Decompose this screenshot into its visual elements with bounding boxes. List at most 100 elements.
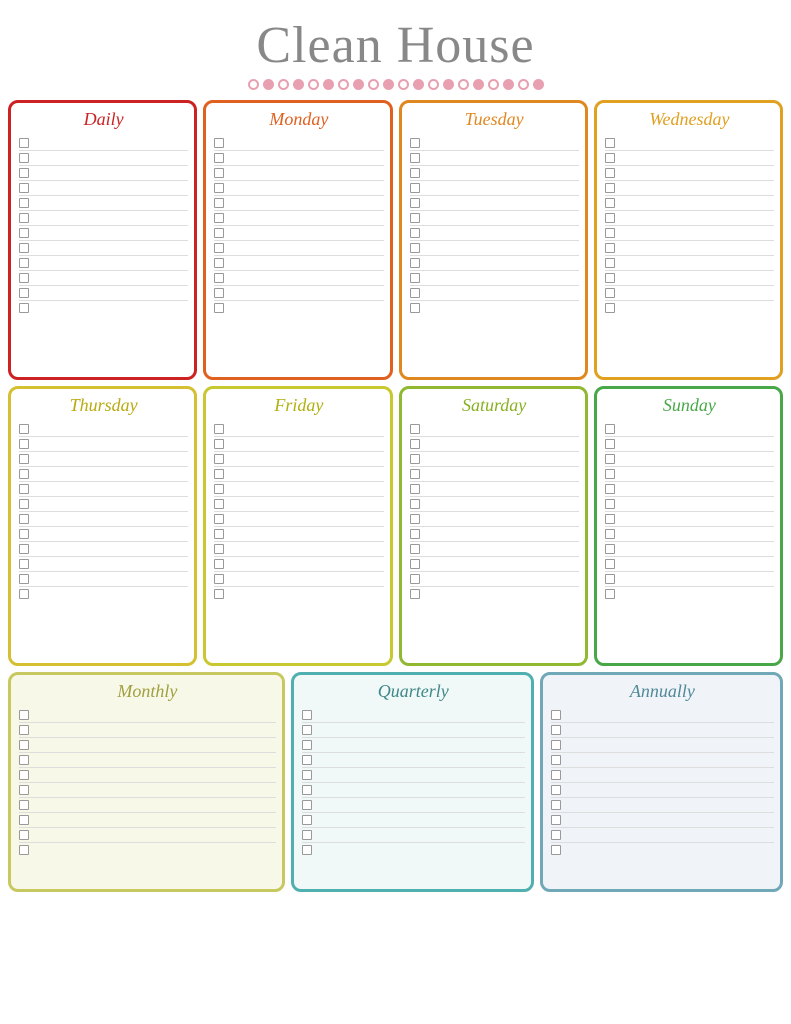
check-item[interactable] [605, 542, 774, 557]
check-item[interactable] [551, 768, 774, 783]
check-item[interactable] [214, 271, 383, 286]
check-item[interactable] [214, 482, 383, 497]
check-item[interactable] [19, 738, 276, 753]
check-item[interactable] [551, 828, 774, 843]
checkbox[interactable] [214, 198, 224, 208]
check-item[interactable] [19, 226, 188, 241]
check-item[interactable] [19, 181, 188, 196]
check-item[interactable] [302, 768, 525, 783]
checkbox[interactable] [19, 740, 29, 750]
check-item[interactable] [19, 241, 188, 256]
check-item[interactable] [551, 783, 774, 798]
checkbox[interactable] [551, 830, 561, 840]
check-item[interactable] [19, 587, 188, 601]
check-item[interactable] [19, 497, 188, 512]
check-item[interactable] [19, 151, 188, 166]
checkbox[interactable] [551, 770, 561, 780]
checkbox[interactable] [19, 725, 29, 735]
checkbox[interactable] [214, 514, 224, 524]
checkbox[interactable] [19, 303, 29, 313]
checkbox[interactable] [605, 574, 615, 584]
checkbox[interactable] [410, 424, 420, 434]
check-item[interactable] [605, 497, 774, 512]
check-item[interactable] [410, 166, 579, 181]
check-item[interactable] [214, 181, 383, 196]
check-item[interactable] [214, 301, 383, 315]
check-item[interactable] [19, 301, 188, 315]
check-item[interactable] [19, 708, 276, 723]
checkbox[interactable] [551, 755, 561, 765]
check-item[interactable] [302, 798, 525, 813]
check-item[interactable] [605, 196, 774, 211]
checkbox[interactable] [214, 574, 224, 584]
check-item[interactable] [19, 783, 276, 798]
checkbox[interactable] [19, 785, 29, 795]
check-item[interactable] [19, 136, 188, 151]
check-item[interactable] [551, 708, 774, 723]
check-item[interactable] [214, 256, 383, 271]
checkbox[interactable] [410, 198, 420, 208]
checkbox[interactable] [551, 815, 561, 825]
checkbox[interactable] [214, 303, 224, 313]
checkbox[interactable] [214, 243, 224, 253]
check-item[interactable] [214, 542, 383, 557]
checkbox[interactable] [605, 469, 615, 479]
check-item[interactable] [410, 136, 579, 151]
check-item[interactable] [302, 828, 525, 843]
check-item[interactable] [214, 286, 383, 301]
checkbox[interactable] [605, 198, 615, 208]
checkbox[interactable] [214, 288, 224, 298]
check-item[interactable] [19, 512, 188, 527]
checkbox[interactable] [410, 454, 420, 464]
checkbox[interactable] [19, 213, 29, 223]
checkbox[interactable] [605, 183, 615, 193]
check-item[interactable] [410, 211, 579, 226]
check-item[interactable] [214, 527, 383, 542]
checkbox[interactable] [214, 228, 224, 238]
check-item[interactable] [19, 798, 276, 813]
checkbox[interactable] [605, 589, 615, 599]
checkbox[interactable] [551, 845, 561, 855]
checkbox[interactable] [605, 544, 615, 554]
checkbox[interactable] [19, 168, 29, 178]
check-item[interactable] [19, 723, 276, 738]
check-item[interactable] [605, 482, 774, 497]
checkbox[interactable] [19, 484, 29, 494]
checkbox[interactable] [410, 243, 420, 253]
checkbox[interactable] [605, 514, 615, 524]
checkbox[interactable] [214, 529, 224, 539]
checkbox[interactable] [410, 138, 420, 148]
checkbox[interactable] [551, 725, 561, 735]
check-item[interactable] [410, 226, 579, 241]
checkbox[interactable] [19, 469, 29, 479]
check-item[interactable] [19, 271, 188, 286]
checkbox[interactable] [410, 303, 420, 313]
check-item[interactable] [410, 256, 579, 271]
checkbox[interactable] [19, 830, 29, 840]
checkbox[interactable] [605, 529, 615, 539]
checkbox[interactable] [19, 138, 29, 148]
checkbox[interactable] [214, 153, 224, 163]
checkbox[interactable] [605, 138, 615, 148]
checkbox[interactable] [605, 243, 615, 253]
check-item[interactable] [214, 196, 383, 211]
check-item[interactable] [605, 211, 774, 226]
check-item[interactable] [410, 497, 579, 512]
checkbox[interactable] [605, 153, 615, 163]
check-item[interactable] [19, 557, 188, 572]
check-item[interactable] [605, 587, 774, 601]
checkbox[interactable] [19, 454, 29, 464]
checkbox[interactable] [214, 424, 224, 434]
checkbox[interactable] [19, 273, 29, 283]
check-item[interactable] [19, 256, 188, 271]
check-item[interactable] [551, 723, 774, 738]
checkbox[interactable] [605, 559, 615, 569]
check-item[interactable] [19, 753, 276, 768]
checkbox[interactable] [302, 800, 312, 810]
checkbox[interactable] [214, 559, 224, 569]
checkbox[interactable] [605, 258, 615, 268]
check-item[interactable] [605, 437, 774, 452]
check-item[interactable] [410, 286, 579, 301]
checkbox[interactable] [19, 529, 29, 539]
checkbox[interactable] [19, 258, 29, 268]
